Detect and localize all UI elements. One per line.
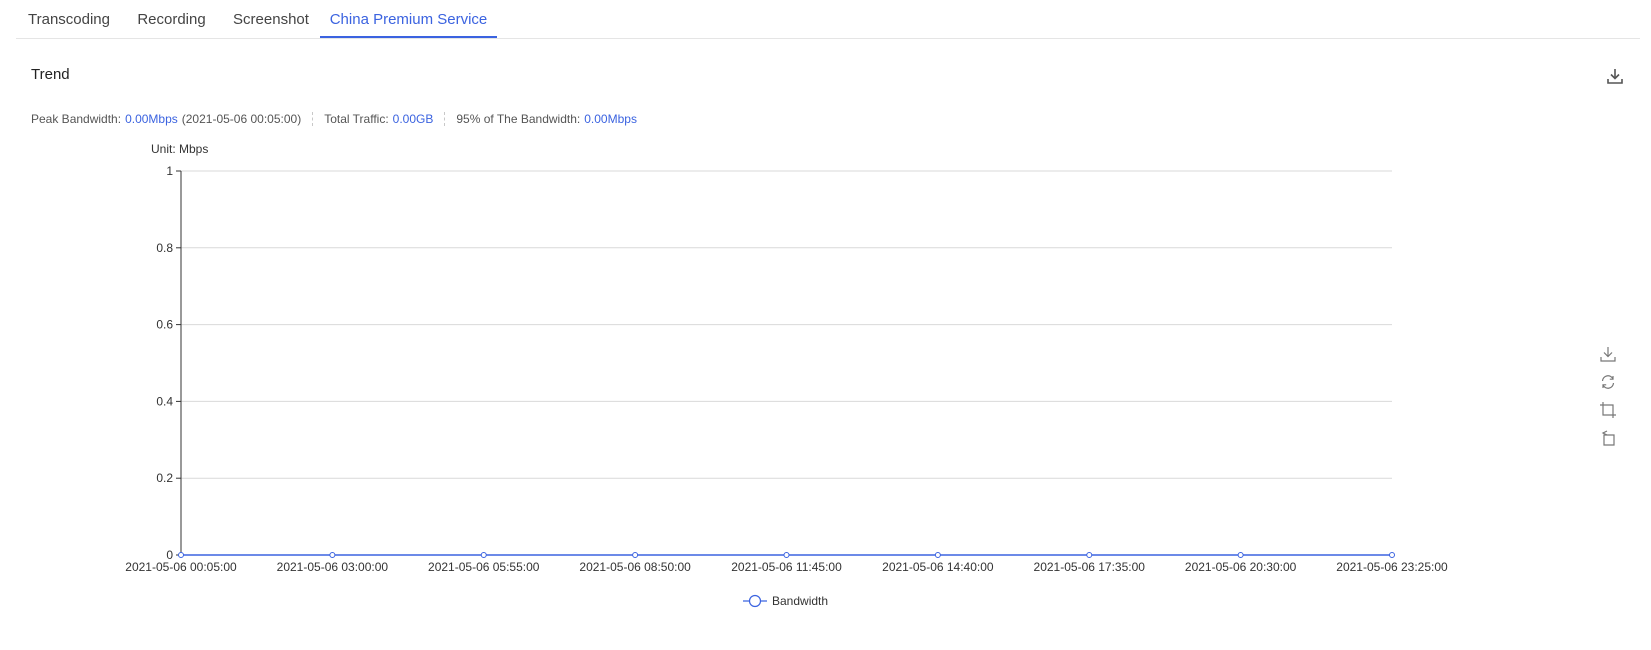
x-tick-label: 2021-05-06 00:05:00 bbox=[125, 560, 237, 574]
x-tick-label: 2021-05-06 20:30:00 bbox=[1185, 560, 1297, 574]
data-point bbox=[178, 552, 184, 558]
chart-grid bbox=[181, 170, 1392, 479]
zoom-reset-button[interactable] bbox=[1599, 429, 1617, 447]
bandwidth-trend-chart: Unit: Mbps 00.20.40.60.812021-05-06 00:0… bbox=[125, 142, 1448, 608]
data-point bbox=[1086, 552, 1093, 558]
zoom-icon bbox=[1600, 402, 1616, 418]
chart-legend[interactable]: Bandwidth bbox=[743, 594, 828, 608]
x-tick-label: 2021-05-06 23:25:00 bbox=[1336, 560, 1448, 574]
save-image-button[interactable] bbox=[1599, 345, 1617, 363]
x-tick-label: 2021-05-06 08:50:00 bbox=[579, 560, 691, 574]
save-image-icon bbox=[1600, 347, 1616, 362]
data-point bbox=[1389, 552, 1395, 558]
data-point bbox=[1237, 552, 1244, 558]
y-tick-label: 0.6 bbox=[156, 318, 173, 332]
zoom-reset-icon bbox=[1601, 430, 1615, 446]
legend-marker-icon bbox=[748, 594, 762, 608]
chart-series bbox=[178, 552, 1395, 558]
x-tick-label: 2021-05-06 03:00:00 bbox=[277, 560, 389, 574]
data-point bbox=[329, 552, 336, 558]
x-tick-label: 2021-05-06 05:55:00 bbox=[428, 560, 540, 574]
y-tick-label: 0.2 bbox=[156, 471, 173, 485]
y-tick-label: 1 bbox=[166, 164, 173, 178]
chart-toolbox bbox=[1599, 345, 1617, 457]
zoom-button[interactable] bbox=[1599, 401, 1617, 419]
data-point bbox=[783, 552, 790, 558]
data-point bbox=[632, 552, 639, 558]
x-tick-label: 2021-05-06 17:35:00 bbox=[1034, 560, 1146, 574]
y-tick-label: 0.8 bbox=[156, 241, 173, 255]
data-point bbox=[480, 552, 487, 558]
legend-label[interactable]: Bandwidth bbox=[772, 594, 828, 608]
data-point bbox=[934, 552, 941, 558]
x-tick-label: 2021-05-06 14:40:00 bbox=[882, 560, 994, 574]
restore-icon bbox=[1601, 375, 1615, 389]
chart-unit-label: Unit: Mbps bbox=[151, 142, 208, 156]
y-tick-label: 0.4 bbox=[156, 394, 173, 408]
x-tick-label: 2021-05-06 11:45:00 bbox=[731, 560, 842, 574]
chart-axes: 00.20.40.60.812021-05-06 00:05:00 2021-05… bbox=[125, 164, 1448, 574]
restore-button[interactable] bbox=[1599, 373, 1617, 391]
